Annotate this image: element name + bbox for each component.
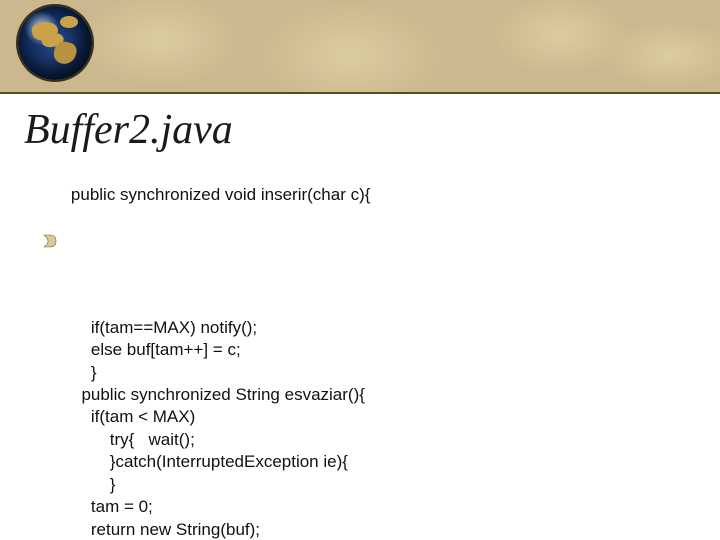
code-line: if(tam==MAX) notify(); xyxy=(72,318,257,337)
code-line: tam = 0; xyxy=(72,497,153,516)
slide-title: Buffer2.java xyxy=(24,106,720,154)
code-line: } xyxy=(72,475,115,494)
code-block: public synchronized void inserir(char c)… xyxy=(72,162,720,540)
code-line: } xyxy=(72,363,97,382)
code-line: try{ wait(); xyxy=(72,430,195,449)
code-line: }catch(InterruptedException ie){ xyxy=(72,452,348,471)
globe-icon xyxy=(18,6,92,80)
code-line: return new String(buf); xyxy=(72,520,260,539)
code-line: public synchronized void inserir(char c)… xyxy=(71,184,371,206)
code-line: public synchronized String esvaziar(){ xyxy=(72,385,365,404)
code-line: if(tam < MAX) xyxy=(72,407,195,426)
header-banner xyxy=(0,0,720,94)
code-line: else buf[tam++] = c; xyxy=(72,340,241,359)
bullet-icon xyxy=(42,188,61,294)
